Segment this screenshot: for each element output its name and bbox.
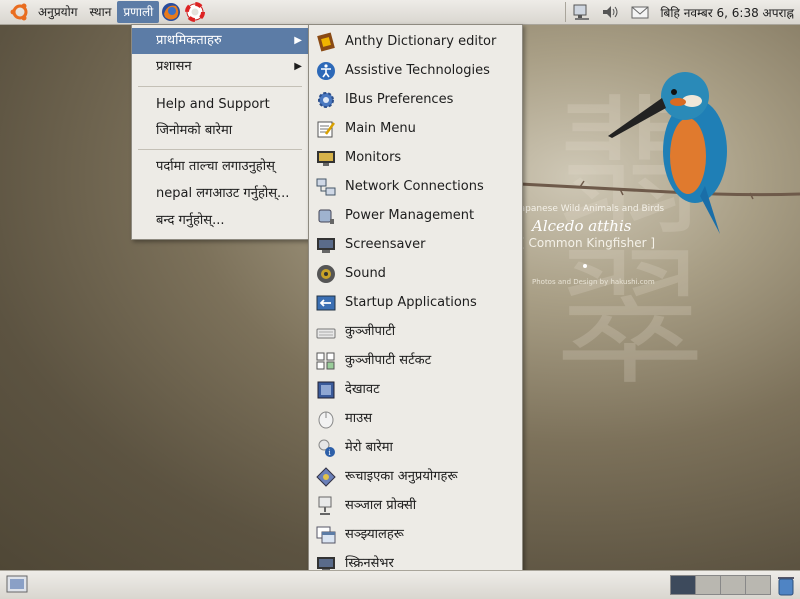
menu-item-label: स्क्रिनसेभर [345, 556, 394, 571]
menu-item-preferences[interactable]: प्राथमिकताहरु ▶ [132, 28, 308, 54]
clock[interactable]: बिहि नवम्बर 6, 6:38 अपराह्न [660, 4, 794, 21]
monitor-icon [317, 151, 335, 166]
menu-item-anthy-dictionary[interactable]: Anthy Dictionary editor [309, 27, 522, 56]
accessibility-icon [317, 62, 335, 80]
menu-item-label: Startup Applications [345, 295, 477, 310]
volume-icon[interactable] [600, 2, 620, 22]
preferences-submenu: Anthy Dictionary editor Assistive Techno… [308, 24, 523, 578]
menu-separator [138, 149, 302, 150]
wallpaper-caption-common: [ Common Kingfisher ] [520, 236, 656, 250]
menu-item-monitors[interactable]: Monitors [309, 143, 522, 172]
about-me-icon: i [318, 439, 335, 457]
menu-item-administration[interactable]: प्रशासन ▶ [132, 54, 308, 80]
menu-item-about-gnome[interactable]: जिनोमको बारेमा [132, 118, 308, 144]
menu-item-sound[interactable]: Sound [309, 259, 522, 288]
system-tray: बिहि नवम्बर 6, 6:38 अपराह्न [561, 0, 800, 24]
menu-item-windows[interactable]: सञ्झ्यालहरू [309, 520, 522, 549]
menu-item-logout[interactable]: nepal लगआउट गर्नुहोस्... [132, 181, 308, 207]
workspace-1[interactable] [670, 575, 696, 595]
screensaver-icon [317, 238, 335, 253]
menu-item-mouse[interactable]: माउस [309, 404, 522, 433]
wallpaper-caption-top: Japanese Wild Animals and Birds [517, 204, 665, 214]
wallpaper-credit: Photos and Design by hakushi.com [532, 278, 655, 286]
network-proxy-icon [318, 496, 332, 515]
places-menu[interactable]: स्थान [83, 1, 117, 23]
menu-item-label: Main Menu [345, 121, 416, 136]
gear-icon [318, 92, 334, 108]
ubuntu-logo-icon[interactable] [10, 2, 30, 22]
menu-item-about-me[interactable]: i मेरो बारेमा [309, 433, 522, 462]
menu-item-label: Screensaver [345, 237, 426, 252]
workspace-4[interactable] [745, 575, 771, 595]
submenu-arrow-icon: ▶ [294, 35, 302, 46]
workspace-3[interactable] [720, 575, 746, 595]
menu-item-help[interactable]: Help and Support [132, 92, 308, 118]
menu-item-lock-screen[interactable]: पर्दामा ताल्चा लगाउनुहोस् [132, 154, 308, 180]
startup-icon [316, 295, 336, 311]
menu-item-label: प्राथमिकताहरु [156, 33, 222, 48]
trash-icon[interactable] [776, 574, 796, 596]
workspace-2[interactable] [695, 575, 721, 595]
mouse-icon [318, 411, 334, 429]
keyboard-icon [316, 328, 336, 339]
menu-item-screensaver[interactable]: Screensaver [309, 230, 522, 259]
menu-item-label: माउस [345, 411, 373, 426]
menu-item-label: प्रशासन [156, 59, 192, 74]
top-panel: अनुप्रयोग स्थान प्रणाली बिहि नवम्बर 6, 6… [0, 0, 800, 25]
submenu-arrow-icon: ▶ [294, 61, 302, 72]
system-menu[interactable]: प्रणाली [117, 1, 160, 23]
menu-item-label: IBus Preferences [345, 92, 454, 107]
menu-item-ibus-preferences[interactable]: IBus Preferences [309, 85, 522, 114]
menu-item-label: सञ्जाल प्रोक्सी [345, 498, 417, 513]
sound-icon [317, 265, 335, 283]
appearance-icon [317, 381, 335, 399]
menu-item-shutdown[interactable]: बन्द गर्नुहोस्... [132, 208, 308, 234]
firefox-icon[interactable] [161, 2, 181, 22]
menu-separator [138, 86, 302, 87]
system-dropdown-menu: प्राथमिकताहरु ▶ प्रशासन ▶ Help and Suppo… [131, 24, 309, 240]
menu-item-label: Anthy Dictionary editor [345, 34, 497, 49]
menu-item-appearance[interactable]: देखावट [309, 375, 522, 404]
bottom-panel [0, 570, 800, 599]
network-icon [316, 178, 336, 196]
network-tray-icon[interactable] [572, 2, 592, 22]
menu-item-label: सञ्झ्यालहरू [345, 527, 404, 542]
menu-item-keyboard[interactable]: कुञ्जीपाटी [309, 317, 522, 346]
mail-icon[interactable] [630, 2, 650, 22]
keyboard-shortcuts-icon [316, 352, 335, 370]
help-lifebuoy-icon[interactable] [185, 2, 206, 22]
menu-item-label: कुञ्जीपाटी सर्टकट [345, 353, 432, 368]
menu-item-keyboard-shortcuts[interactable]: कुञ्जीपाटी सर्टकट [309, 346, 522, 375]
menu-item-label: रूचाइएका अनुप्रयोगहरू [345, 469, 458, 484]
menu-item-label: Network Connections [345, 179, 484, 194]
menu-item-label: Assistive Technologies [345, 63, 490, 78]
menu-item-preferred-applications[interactable]: रूचाइएका अनुप्रयोगहरू [309, 462, 522, 491]
menu-item-power-management[interactable]: Power Management [309, 201, 522, 230]
applications-menu[interactable]: अनुप्रयोग [32, 1, 83, 23]
preferred-apps-icon [316, 467, 336, 487]
menu-item-label: देखावट [345, 382, 380, 397]
menu-item-label: Power Management [345, 208, 475, 223]
menu-item-label: मेरो बारेमा [345, 440, 393, 455]
menu-item-label: Sound [345, 266, 386, 281]
menu-item-label: Monitors [345, 150, 402, 165]
workspace-switcher [670, 571, 771, 599]
dictionary-book-icon [317, 32, 335, 52]
menu-item-network-proxy[interactable]: सञ्जाल प्रोक्सी [309, 491, 522, 520]
menu-item-startup-applications[interactable]: Startup Applications [309, 288, 522, 317]
menu-item-label: कुञ्जीपाटी [345, 324, 396, 339]
menu-item-main-menu[interactable]: Main Menu [309, 114, 522, 143]
show-desktop-icon[interactable] [6, 574, 28, 594]
windows-icon [316, 526, 336, 544]
wallpaper-dot [583, 264, 587, 268]
menu-editor-icon [317, 121, 336, 138]
menu-item-assistive-technologies[interactable]: Assistive Technologies [309, 56, 522, 85]
menu-item-network-connections[interactable]: Network Connections [309, 172, 522, 201]
wallpaper-caption-species: Alcedo atthis [532, 217, 632, 235]
tray-separator [565, 2, 567, 22]
power-icon [318, 209, 334, 224]
